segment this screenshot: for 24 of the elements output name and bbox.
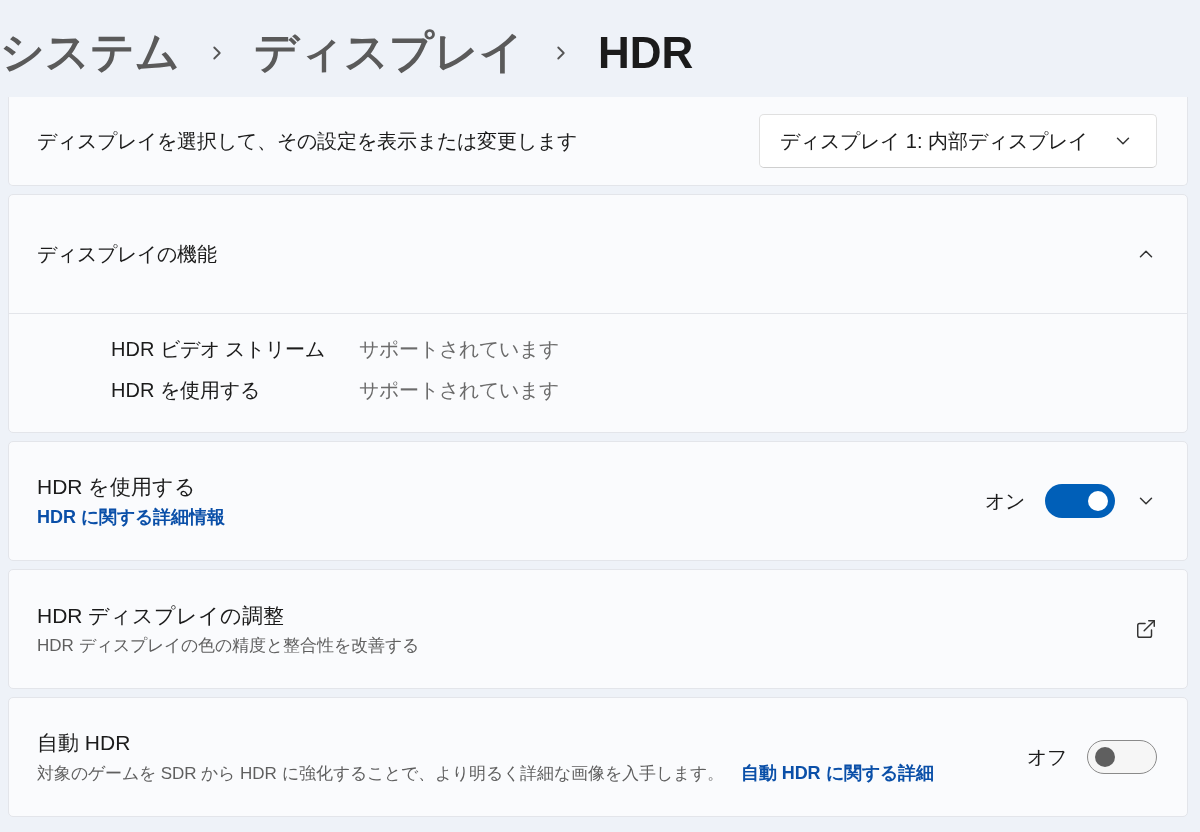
breadcrumb-item[interactable]: システム bbox=[0, 23, 180, 82]
capability-value: サポートされています bbox=[359, 378, 559, 403]
setting-title: HDR を使用する bbox=[37, 474, 198, 500]
toggle-state-label: オフ bbox=[1027, 744, 1067, 770]
breadcrumb-item[interactable]: ディスプレイ bbox=[254, 23, 524, 82]
external-link-icon bbox=[1135, 618, 1157, 640]
breadcrumb-item: HDR bbox=[598, 27, 694, 78]
toggle-switch[interactable] bbox=[1087, 740, 1157, 774]
capability-name: HDR ビデオ ストリーム bbox=[111, 337, 327, 362]
display-dropdown[interactable]: ディスプレイ 1: 内部ディスプレイ bbox=[759, 114, 1157, 168]
setting-label: ディスプレイを選択して、その設定を表示または変更します bbox=[37, 128, 577, 154]
toggle-state-label: オン bbox=[985, 488, 1025, 514]
info-link[interactable]: HDR に関する詳細情報 bbox=[37, 505, 225, 529]
toggle-switch[interactable] bbox=[1045, 484, 1115, 518]
setting-title: HDR ディスプレイの調整 bbox=[37, 602, 286, 629]
setting-card[interactable]: HDR ディスプレイの調整 HDR ディスプレイの色の精度と整合性を改善する bbox=[8, 569, 1188, 689]
info-link[interactable]: 自動 HDR に関する詳細 bbox=[740, 763, 934, 783]
capability-value: サポートされています bbox=[359, 337, 559, 362]
capabilities-header[interactable]: ディスプレイの機能 bbox=[9, 195, 1187, 314]
section-title: ディスプレイの機能 bbox=[37, 241, 217, 267]
setting-description: HDR ディスプレイの色の精度と整合性を改善する bbox=[37, 634, 419, 657]
setting-description: 対象のゲームを SDR から HDR に強化することで、より明るく詳細な画像を入手します。 自動 HDR に関する詳細 bbox=[37, 762, 934, 785]
capability-name: HDR を使用する bbox=[111, 378, 261, 403]
setting-title: 自動 HDR bbox=[37, 730, 132, 756]
